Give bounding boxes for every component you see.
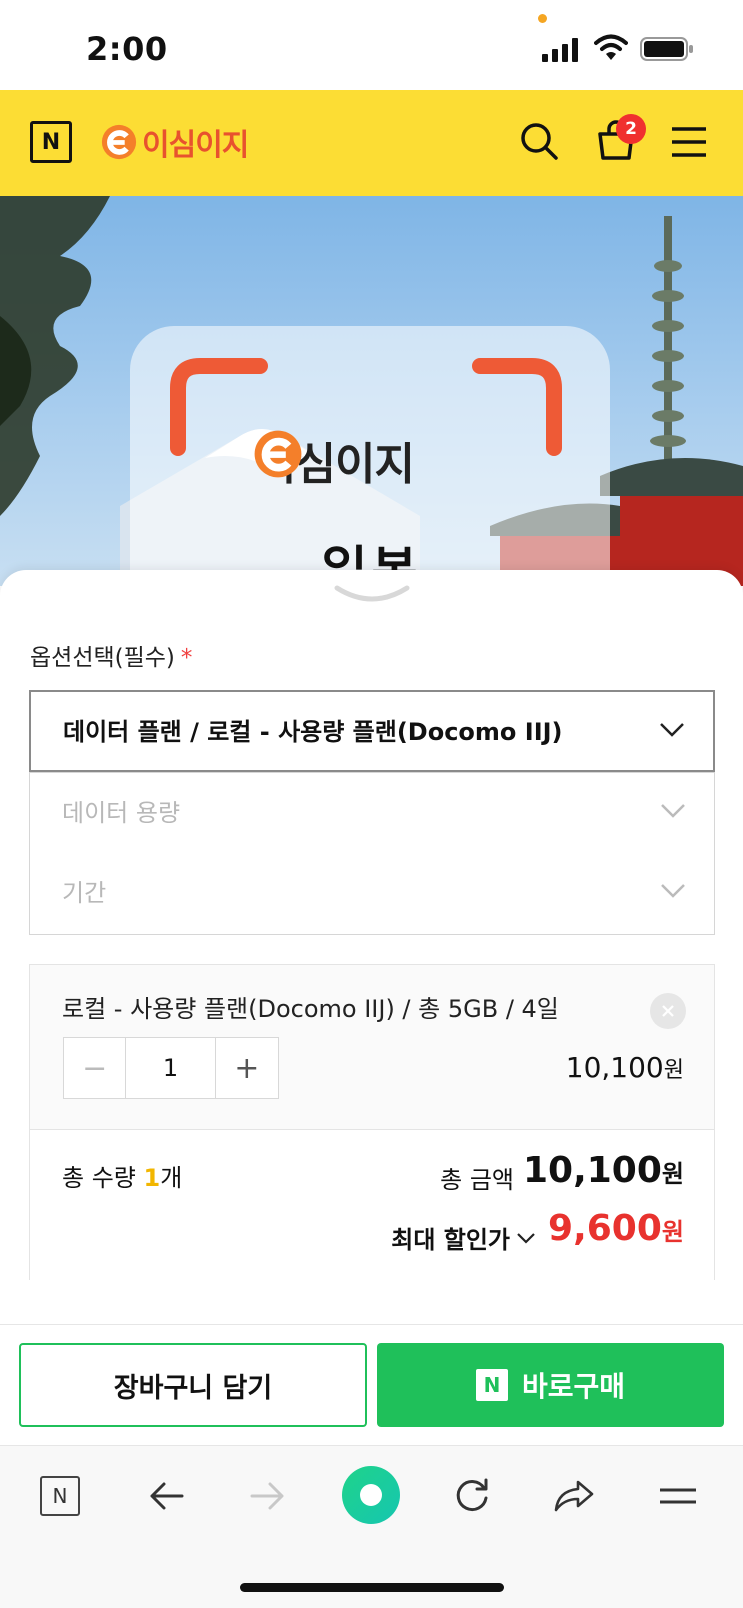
- brand-logo[interactable]: 이심이지: [100, 120, 249, 164]
- period-placeholder: 기간: [62, 879, 107, 907]
- selected-item-name: 로컬 - 사용량 플랜(Docomo IIJ) / 총 5GB / 4일: [62, 995, 559, 1023]
- cart-count-badge: 2: [616, 114, 646, 144]
- browser-toolbar: N: [0, 1445, 743, 1608]
- chevron-down-icon: [517, 1232, 535, 1244]
- cellular-signal-icon: [542, 38, 578, 62]
- home-indicator[interactable]: [240, 1583, 504, 1592]
- naver-pay-icon: N: [475, 1369, 508, 1401]
- status-bar: 2:00: [0, 0, 743, 90]
- product-banner-image: 이심이지 일본: [0, 196, 743, 586]
- selected-item-panel: 로컬 - 사용량 플랜(Docomo IIJ) / 총 5GB / 4일 − 1…: [29, 964, 715, 1280]
- remove-item-button[interactable]: [650, 993, 686, 1029]
- privacy-indicator-dot: [538, 14, 547, 23]
- close-icon: [662, 1005, 674, 1017]
- total-amount-label: 총 금액: [440, 1166, 514, 1194]
- data-capacity-placeholder: 데이터 용량: [62, 799, 181, 827]
- menu-icon[interactable]: [670, 126, 708, 158]
- option-section-label: 옵션선택(필수) *: [30, 638, 192, 672]
- total-amount: 10,100원: [523, 1150, 684, 1191]
- max-discount-label: 최대 할인가: [391, 1226, 510, 1254]
- data-capacity-select[interactable]: 데이터 용량: [29, 772, 715, 854]
- option-label-text: 옵션선택(필수): [30, 645, 175, 671]
- chevron-down-icon: [661, 804, 685, 818]
- battery-icon: [640, 37, 693, 61]
- banner-brand-logo: 이심이지: [252, 428, 415, 492]
- reload-icon[interactable]: [450, 1474, 494, 1518]
- item-price-currency: 원: [663, 1058, 684, 1083]
- share-icon[interactable]: [552, 1474, 596, 1518]
- total-quantity: 총 수량 1개: [62, 1158, 182, 1193]
- item-price: 10,100원: [566, 1051, 684, 1084]
- quantity-stepper: − 1 +: [63, 1037, 279, 1099]
- required-mark: *: [180, 645, 193, 671]
- item-price-value: 10,100: [565, 1051, 664, 1084]
- collapse-chevron-icon[interactable]: [333, 584, 411, 606]
- quantity-increase-button[interactable]: +: [216, 1038, 278, 1098]
- buy-now-button[interactable]: N 바로구매: [377, 1343, 724, 1427]
- quantity-value[interactable]: 1: [126, 1038, 216, 1098]
- chevron-down-icon: [660, 723, 684, 737]
- forward-arrow-icon[interactable]: [246, 1474, 290, 1518]
- totals-panel: 총 수량 1개 총 금액 10,100원 최대 할인가 9,600원: [30, 1130, 714, 1280]
- divider: [0, 1324, 743, 1325]
- wifi-icon: [594, 34, 628, 60]
- add-to-cart-button[interactable]: 장바구니 담기: [19, 1343, 367, 1427]
- max-discount-currency: 원: [661, 1218, 684, 1246]
- plan-select[interactable]: 데이터 플랜 / 로컬 - 사용량 플랜(Docomo IIJ): [29, 690, 715, 772]
- total-quantity-prefix: 총 수량: [62, 1164, 144, 1192]
- buy-now-label: 바로구매: [521, 1370, 626, 1403]
- home-icon[interactable]: [342, 1466, 400, 1524]
- total-quantity-value: 1: [143, 1164, 161, 1192]
- total-amount-value: 10,100: [522, 1150, 662, 1191]
- period-select[interactable]: 기간: [29, 853, 715, 935]
- search-icon[interactable]: [518, 120, 560, 162]
- esim-logo-icon: [101, 124, 137, 160]
- total-quantity-suffix: 개: [160, 1164, 183, 1192]
- menu-icon[interactable]: [656, 1474, 700, 1518]
- esim-logo-icon: [254, 430, 302, 478]
- quantity-decrease-button[interactable]: −: [64, 1038, 127, 1098]
- chevron-down-icon: [661, 884, 685, 898]
- max-discount-amount: 9,600원: [548, 1208, 684, 1249]
- max-discount-toggle[interactable]: 최대 할인가: [391, 1220, 536, 1255]
- plan-select-value: 데이터 플랜 / 로컬 - 사용량 플랜(Docomo IIJ): [63, 718, 563, 746]
- max-discount-value: 9,600: [548, 1208, 662, 1249]
- brand-name: 이심이지: [142, 128, 249, 163]
- app-header: N 이심이지 2: [0, 90, 743, 196]
- naver-tab-button[interactable]: N: [40, 1476, 80, 1516]
- naver-home-button[interactable]: N: [30, 121, 72, 163]
- status-time: 2:00: [86, 30, 168, 68]
- total-amount-currency: 원: [661, 1160, 684, 1188]
- back-arrow-icon[interactable]: [144, 1474, 188, 1518]
